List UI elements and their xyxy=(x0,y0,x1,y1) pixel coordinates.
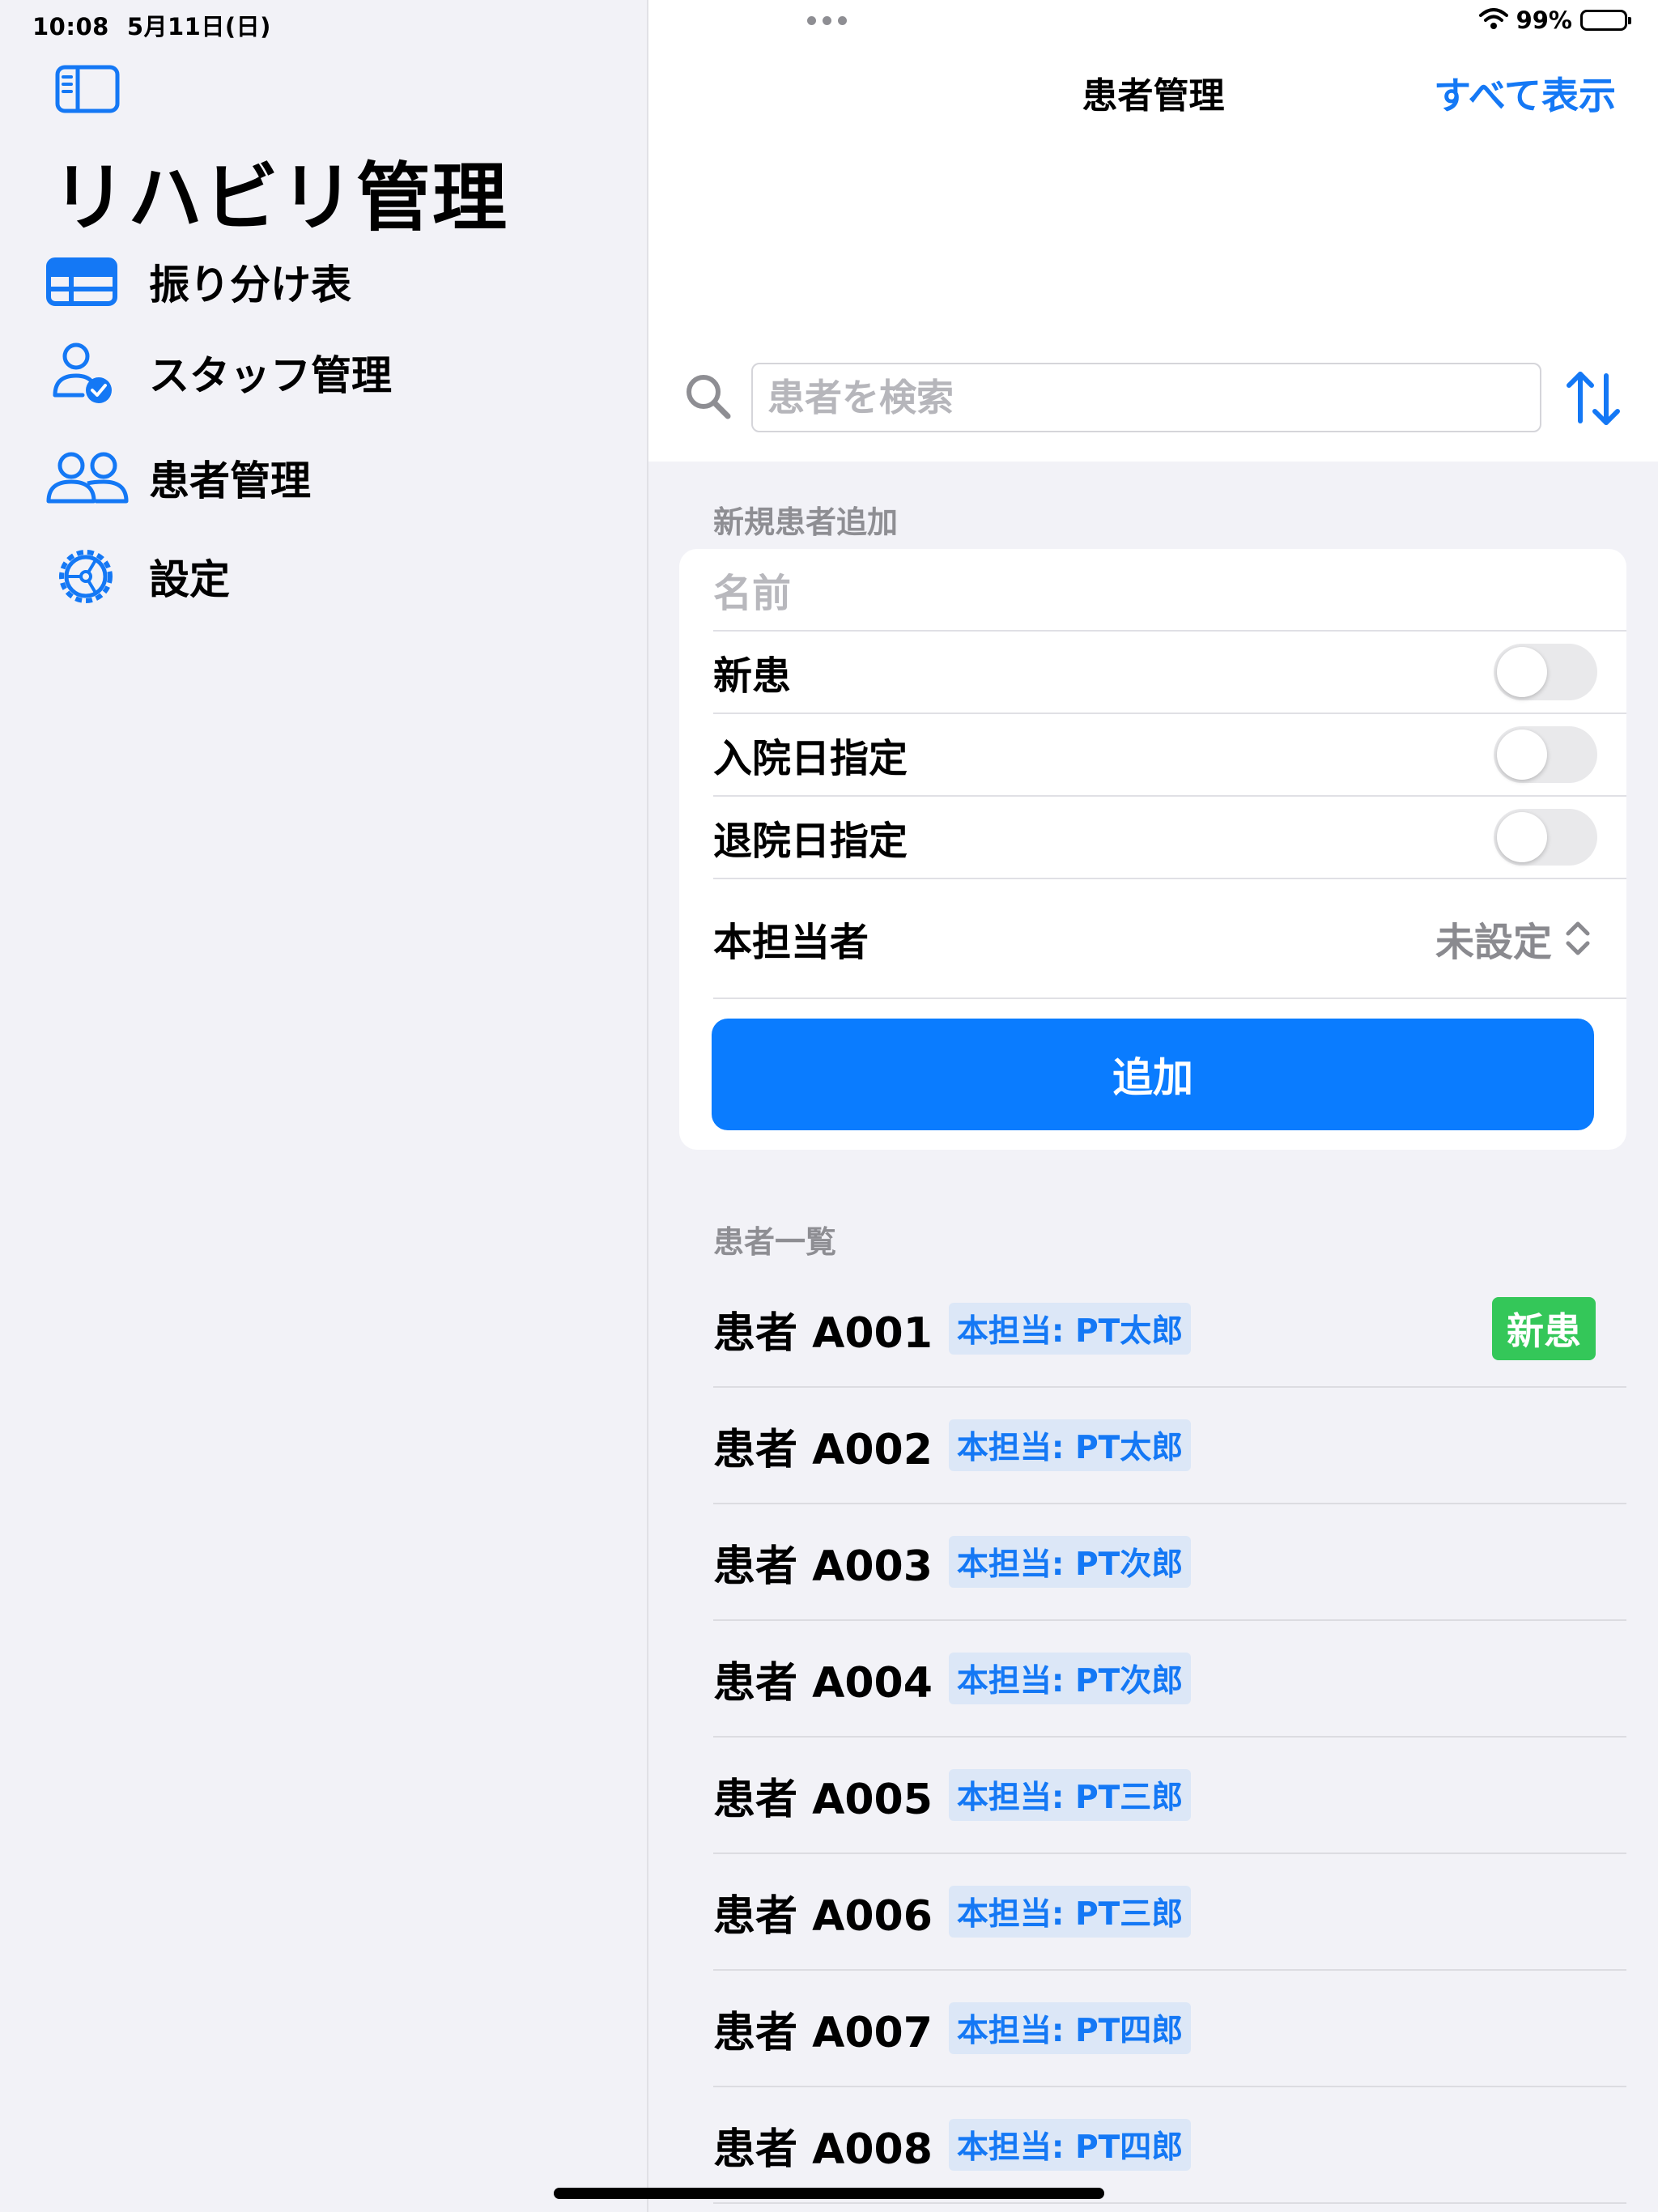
home-indicator xyxy=(554,2188,1104,2199)
screen: 10:08 5月11日(日) リハビリ管理 振り分け表 スタッフ管理 患者管理 … xyxy=(0,0,1658,2212)
new-patient-toggle-row: 新患 xyxy=(713,632,1626,714)
patient-name: 患者 A002 xyxy=(713,1425,933,1474)
sidebar-item-label: スタッフ管理 xyxy=(149,352,392,399)
patient-name: 患者 A008 xyxy=(713,2125,933,2174)
patient-row[interactable]: 患者 A004 本担当: PT次郎 xyxy=(713,1621,1626,1738)
sort-icon[interactable] xyxy=(1561,369,1626,428)
new-patient-form: 名前 新患 入院日指定 退院日指定 本担当者 未設定 追加 xyxy=(679,549,1626,1150)
status-time: 10:08 xyxy=(32,13,109,40)
admission-date-label: 入院日指定 xyxy=(713,736,908,781)
sidebar-item-staff[interactable]: スタッフ管理 xyxy=(45,335,612,410)
sidebar-item-assignment-table[interactable]: 振り分け表 xyxy=(45,245,612,319)
patient-name: 患者 A001 xyxy=(713,1308,933,1358)
patient-row[interactable]: 患者 A008 本担当: PT四郎 xyxy=(713,2087,1626,2204)
sidebar-title: リハビリ管理 xyxy=(52,155,509,241)
discharge-date-toggle-row: 退院日指定 xyxy=(713,797,1626,879)
primary-staff-value: 未設定 xyxy=(1435,920,1552,965)
chevron-up-down-icon xyxy=(1562,914,1594,963)
patient-name: 患者 A003 xyxy=(713,1542,933,1591)
primary-staff-picker[interactable]: 本担当者 未設定 xyxy=(713,879,1626,999)
sidebar-item-settings[interactable]: 設定 xyxy=(45,539,612,614)
staff-badge: 本担当: PT四郎 xyxy=(948,2119,1192,2171)
patient-row[interactable]: 患者 A005 本担当: PT三郎 xyxy=(713,1738,1626,1854)
discharge-date-label: 退院日指定 xyxy=(713,819,908,864)
gear-icon xyxy=(45,544,131,609)
patient-row[interactable]: 患者 A001 本担当: PT太郎 新患 xyxy=(713,1271,1626,1388)
staff-badge: 本担当: PT三郎 xyxy=(948,1886,1192,1938)
sidebar-item-label: 患者管理 xyxy=(149,457,311,504)
multitasking-dots-icon[interactable] xyxy=(807,16,847,25)
staff-badge: 本担当: PT太郎 xyxy=(948,1303,1192,1355)
admission-date-toggle-row: 入院日指定 xyxy=(713,714,1626,797)
patient-row[interactable]: 患者 A006 本担当: PT三郎 xyxy=(713,1854,1626,1971)
battery-icon xyxy=(1580,10,1631,31)
status-bar-right: 99% xyxy=(1478,6,1631,34)
sidebar-toggle-icon[interactable] xyxy=(55,65,120,113)
new-patient-badge: 新患 xyxy=(1492,1297,1596,1360)
patient-name: 患者 A004 xyxy=(713,1658,933,1708)
sidebar-item-label: 振り分け表 xyxy=(149,262,351,308)
battery-percentage: 99% xyxy=(1516,6,1572,34)
patient-name: 患者 A006 xyxy=(713,1891,933,1941)
patient-row[interactable]: 患者 A003 本担当: PT次郎 xyxy=(713,1504,1626,1621)
staff-badge: 本担当: PT三郎 xyxy=(948,1769,1192,1821)
sidebar-item-label: 設定 xyxy=(149,556,230,603)
patient-row[interactable]: 患者 A007 本担当: PT四郎 xyxy=(713,1971,1626,2087)
patient-list-section-header: 患者一覧 xyxy=(713,1224,837,1260)
main-content: 99% 患者管理 すべて表示 新規患者追加 xyxy=(648,0,1658,2212)
patient-name: 患者 A007 xyxy=(713,2008,933,2057)
table-icon xyxy=(45,249,131,314)
wifi-icon xyxy=(1478,7,1508,33)
staff-badge: 本担当: PT次郎 xyxy=(948,1653,1192,1704)
patient-list: 患者 A001 本担当: PT太郎 新患 患者 A002 本担当: PT太郎 患… xyxy=(713,1271,1626,2204)
add-patient-button[interactable]: 追加 xyxy=(712,1019,1594,1130)
staff-badge: 本担当: PT太郎 xyxy=(948,1419,1192,1471)
status-bar-left: 10:08 5月11日(日) xyxy=(32,8,271,42)
navigation-bar: 99% 患者管理 すべて表示 xyxy=(648,0,1658,462)
new-patient-section-header: 新規患者追加 xyxy=(713,504,899,540)
name-field[interactable]: 名前 xyxy=(713,549,1626,632)
person-check-icon xyxy=(45,340,131,405)
patient-row[interactable]: 患者 A002 本担当: PT太郎 xyxy=(713,1388,1626,1504)
new-patient-label: 新患 xyxy=(713,653,792,699)
search-icon xyxy=(682,371,734,423)
primary-staff-label: 本担当者 xyxy=(713,920,869,965)
search-input[interactable] xyxy=(751,363,1541,432)
status-date: 5月11日(日) xyxy=(126,13,271,40)
discharge-date-toggle[interactable] xyxy=(1494,809,1597,866)
people-icon xyxy=(45,445,131,510)
sidebar-item-patients[interactable]: 患者管理 xyxy=(45,440,612,515)
show-all-button[interactable]: すべて表示 xyxy=(1434,66,1616,120)
admission-date-toggle[interactable] xyxy=(1494,726,1597,783)
new-patient-toggle[interactable] xyxy=(1494,644,1597,700)
staff-badge: 本担当: PT次郎 xyxy=(948,1536,1192,1588)
staff-badge: 本担当: PT四郎 xyxy=(948,2002,1192,2054)
patient-name: 患者 A005 xyxy=(713,1775,933,1824)
sidebar: 10:08 5月11日(日) リハビリ管理 振り分け表 スタッフ管理 患者管理 … xyxy=(0,0,648,2212)
name-field-placeholder: 名前 xyxy=(713,571,792,616)
